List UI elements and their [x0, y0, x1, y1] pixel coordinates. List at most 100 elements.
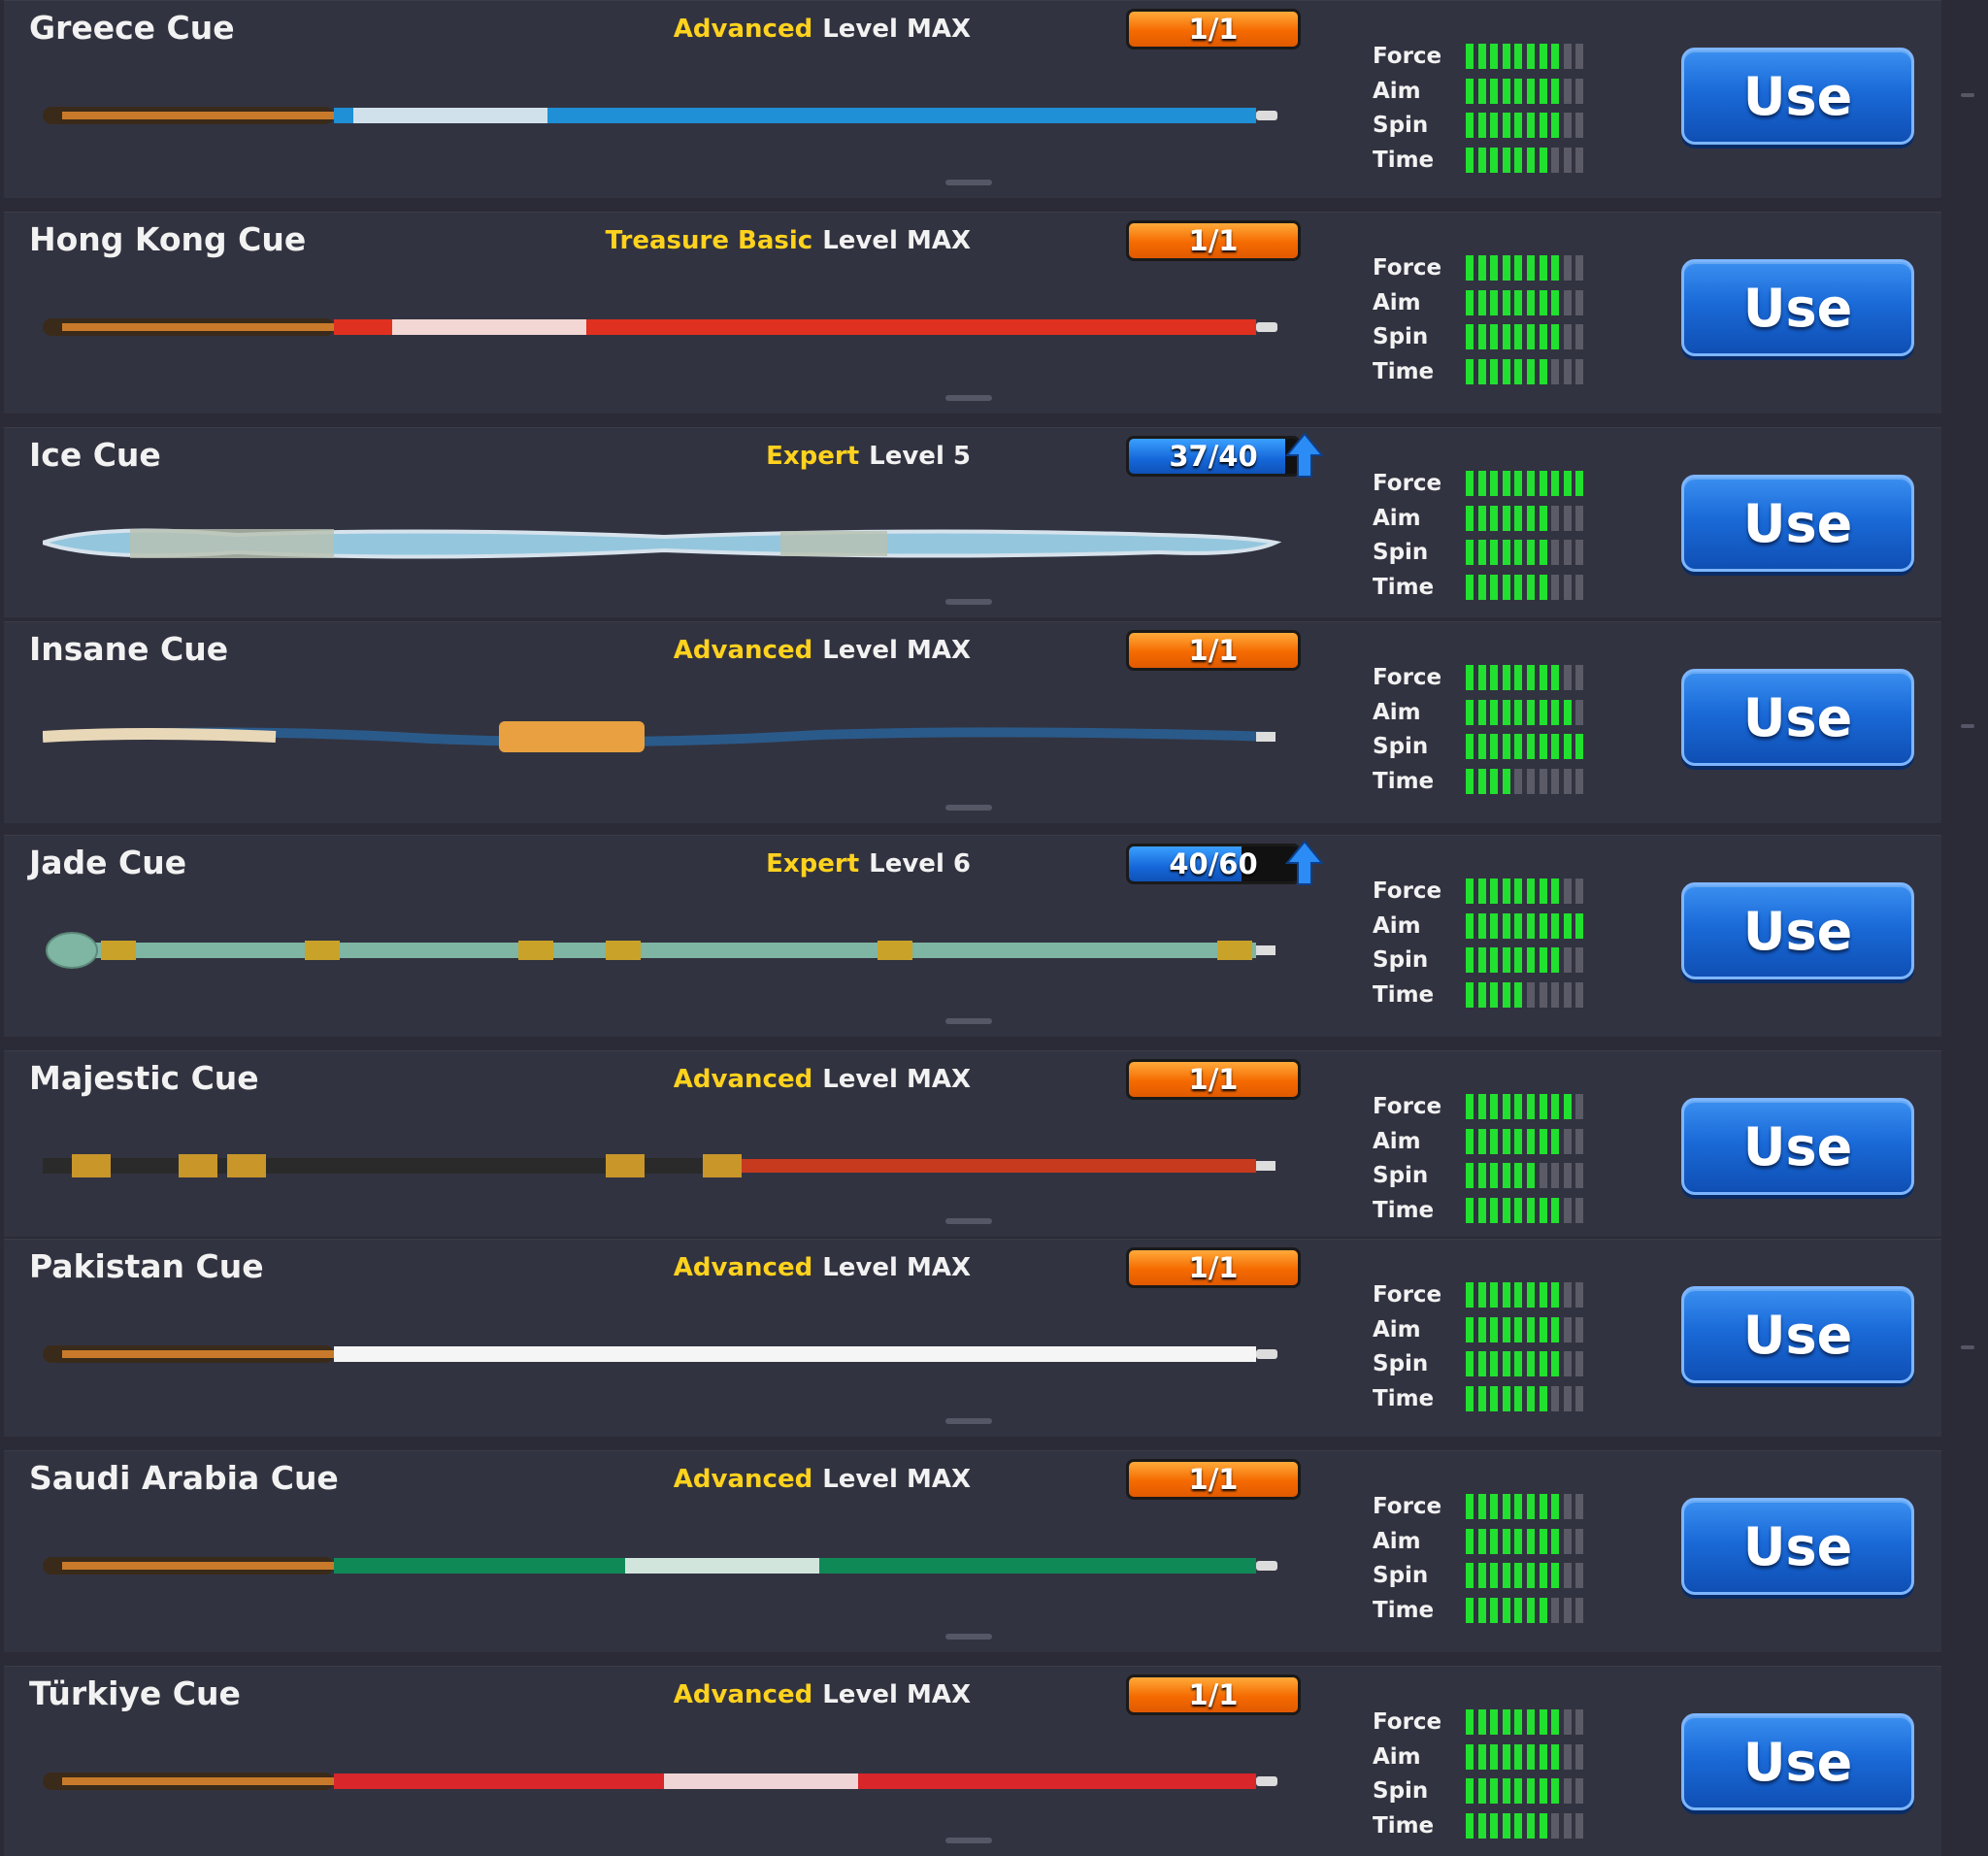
stat-segment: [1477, 113, 1486, 138]
scrollbar[interactable]: [1959, 0, 1988, 1856]
stat-segment: [1477, 1094, 1486, 1119]
cue-progress-text: 1/1: [1188, 224, 1239, 257]
card-grip-handle[interactable]: [945, 1418, 992, 1424]
stat-segment: [1563, 699, 1572, 725]
stat-segment: [1477, 1351, 1486, 1376]
cue-stats: Force Aim Spin Time: [1373, 1706, 1596, 1843]
stat-bar: [1466, 1351, 1592, 1376]
stat-segment: [1477, 734, 1486, 759]
stat-segment: [1502, 1778, 1510, 1804]
stat-segment: [1551, 255, 1560, 281]
stat-segment: [1575, 878, 1584, 904]
stat-segment: [1490, 505, 1499, 531]
stat-bar: [1466, 1094, 1592, 1119]
cue-wrap: [130, 529, 334, 558]
cue-butt-inlay: [62, 1777, 334, 1785]
use-button[interactable]: Use: [1681, 475, 1914, 572]
stat-segment: [1575, 289, 1584, 315]
stat-segment: [1563, 44, 1572, 69]
stat-segment: [1477, 1743, 1486, 1770]
stat-segment: [1575, 734, 1584, 759]
cue-name: Pakistan Cue: [29, 1247, 264, 1285]
cue-flag-band: [392, 319, 586, 335]
stat-label: Aim: [1373, 1128, 1421, 1154]
stat-row: Spin: [1373, 730, 1596, 765]
stat-segment: [1527, 147, 1535, 173]
cue-tier: Advanced Level MAX: [674, 15, 971, 44]
stat-segment: [1514, 1494, 1523, 1519]
stat-label: Force: [1373, 1494, 1442, 1519]
stat-segment: [1563, 981, 1572, 1008]
stat-segment: [1563, 1163, 1572, 1188]
stat-segment: [1539, 78, 1547, 104]
stat-segment: [1466, 113, 1474, 138]
stat-bar: [1466, 471, 1592, 496]
use-button[interactable]: Use: [1681, 48, 1914, 145]
stat-row: Time: [1373, 978, 1596, 1013]
stat-segment: [1563, 1709, 1572, 1735]
stat-segment: [1563, 1128, 1572, 1154]
stat-segment: [1551, 1494, 1560, 1519]
use-button[interactable]: Use: [1681, 1498, 1914, 1595]
stat-segment: [1563, 78, 1572, 104]
stat-segment: [1551, 1094, 1560, 1119]
stat-segment: [1527, 947, 1535, 973]
stat-segment: [1539, 1385, 1547, 1411]
cue-flag-band: [664, 1773, 858, 1789]
stat-segment: [1477, 1597, 1486, 1623]
use-button[interactable]: Use: [1681, 882, 1914, 979]
stat-segment: [1551, 878, 1560, 904]
use-button[interactable]: Use: [1681, 669, 1914, 766]
cue-tier: Advanced Level MAX: [674, 1253, 971, 1282]
card-grip-handle[interactable]: [945, 805, 992, 811]
stat-segment: [1575, 471, 1584, 496]
card-grip-handle[interactable]: [945, 1838, 992, 1843]
stat-label: Force: [1373, 471, 1442, 496]
cue-name: Insane Cue: [29, 630, 229, 668]
cue-progress-bar: 40/60: [1126, 844, 1301, 884]
cue-category: Advanced: [673, 1253, 813, 1282]
stat-segment: [1477, 981, 1486, 1008]
scrollbar-mark: [1961, 724, 1974, 728]
use-button[interactable]: Use: [1681, 1098, 1914, 1195]
stat-segment: [1466, 1316, 1474, 1342]
card-grip-handle[interactable]: [945, 599, 992, 605]
card-grip-handle[interactable]: [945, 1218, 992, 1224]
stat-segment: [1466, 255, 1474, 281]
stat-bar: [1466, 699, 1592, 725]
cue-tier: Expert Level 6: [766, 849, 971, 878]
stat-label: Aim: [1373, 1316, 1421, 1342]
use-button[interactable]: Use: [1681, 1713, 1914, 1810]
cue-category: Advanced: [673, 15, 813, 44]
stat-segment: [1490, 699, 1499, 725]
stat-row: Force: [1373, 1278, 1596, 1313]
cue-card: Majestic Cue Advanced Level MAX 1/1 Force Aim…: [4, 1050, 1941, 1237]
stat-segment: [1502, 1812, 1510, 1839]
stat-segment: [1551, 1128, 1560, 1154]
stat-label: Time: [1373, 574, 1435, 600]
cue-card: Ice Cue Expert Level 5 37/40 Force Aim Spin Tim…: [4, 427, 1941, 617]
cue-category: Expert: [766, 442, 860, 471]
cue-image: [43, 1154, 1276, 1177]
stat-segment: [1539, 324, 1547, 349]
card-grip-handle[interactable]: [945, 1634, 992, 1640]
stat-segment: [1477, 1128, 1486, 1154]
stat-bar: [1466, 1528, 1592, 1554]
stat-segment: [1539, 1163, 1547, 1188]
stat-label: Spin: [1373, 324, 1429, 349]
stat-segment: [1551, 1282, 1560, 1308]
stat-segment: [1575, 1743, 1584, 1770]
cue-tier: Advanced Level MAX: [674, 636, 971, 665]
stat-segment: [1514, 1094, 1523, 1119]
stat-segment: [1563, 1812, 1572, 1839]
use-button[interactable]: Use: [1681, 1286, 1914, 1383]
stat-segment: [1502, 505, 1510, 531]
card-grip-handle[interactable]: [945, 1018, 992, 1024]
use-button[interactable]: Use: [1681, 259, 1914, 356]
stat-bar: [1466, 1494, 1592, 1519]
card-grip-handle[interactable]: [945, 395, 992, 401]
stat-segment: [1466, 912, 1474, 939]
cue-list: Greece Cue Advanced Level MAX 1/1 Force Aim Sp…: [0, 0, 1988, 1856]
stat-segment: [1551, 574, 1560, 600]
card-grip-handle[interactable]: [945, 180, 992, 185]
